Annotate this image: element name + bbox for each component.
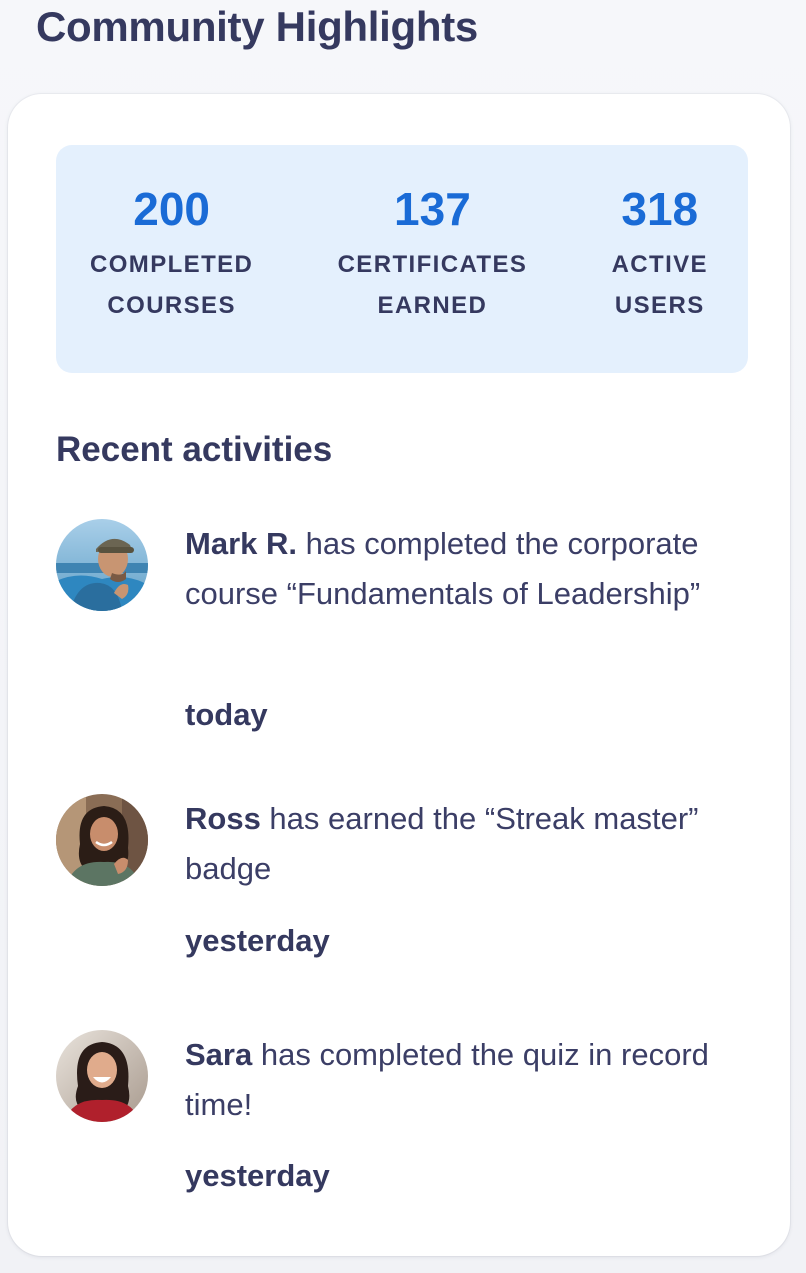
activity-user-name: Ross [185, 801, 261, 836]
activity-description: Mark R. has completed the corporate cour… [185, 519, 745, 619]
page-title: Community Highlights [36, 3, 478, 50]
avatar-ross-photo [56, 794, 148, 886]
avatar-mark-photo [56, 519, 148, 611]
activity-time: yesterday [185, 1158, 330, 1193]
stat-value: 200 [133, 183, 211, 235]
activity-item: Sara has completed the quiz in record ti… [56, 1030, 748, 1205]
activity-time: yesterday [185, 923, 330, 958]
stat-label: COMPLETED COURSES [90, 251, 254, 319]
activity-item: Mark R. has completed the corporate cour… [56, 519, 748, 749]
stats-panel: 200 COMPLETED COURSES 137 CERTIFICATES E… [56, 145, 748, 373]
stat-value: 318 [621, 183, 699, 235]
stat-label: CERTIFICATES EARNED [337, 251, 528, 319]
stat-value: 137 [394, 183, 471, 235]
avatar [56, 794, 148, 886]
activity-message: has completed the quiz in record time! [185, 1037, 709, 1122]
stat-label: ACTIVE USERS [611, 251, 708, 319]
stat-certificates-earned: 137 CERTIFICATES EARNED [338, 145, 528, 373]
avatar [56, 1030, 148, 1122]
activity-description: Ross has earned the “Streak master” badg… [185, 794, 745, 894]
community-highlights-card: 200 COMPLETED COURSES 137 CERTIFICATES E… [8, 94, 790, 1256]
activity-user-name: Mark R. [185, 526, 297, 561]
activity-time: today [185, 697, 268, 732]
avatar-sara-photo [56, 1030, 148, 1122]
avatar [56, 519, 148, 611]
activity-message: has earned the “Streak master” badge [185, 801, 699, 886]
activity-description: Sara has completed the quiz in record ti… [185, 1030, 745, 1130]
activity-user-name: Sara [185, 1037, 253, 1072]
activity-item: Ross has earned the “Streak master” badg… [56, 794, 748, 969]
recent-activities-title: Recent activities [56, 430, 333, 469]
stat-active-users: 318 ACTIVE USERS [612, 145, 708, 373]
stat-completed-courses: 200 COMPLETED COURSES [90, 145, 253, 373]
